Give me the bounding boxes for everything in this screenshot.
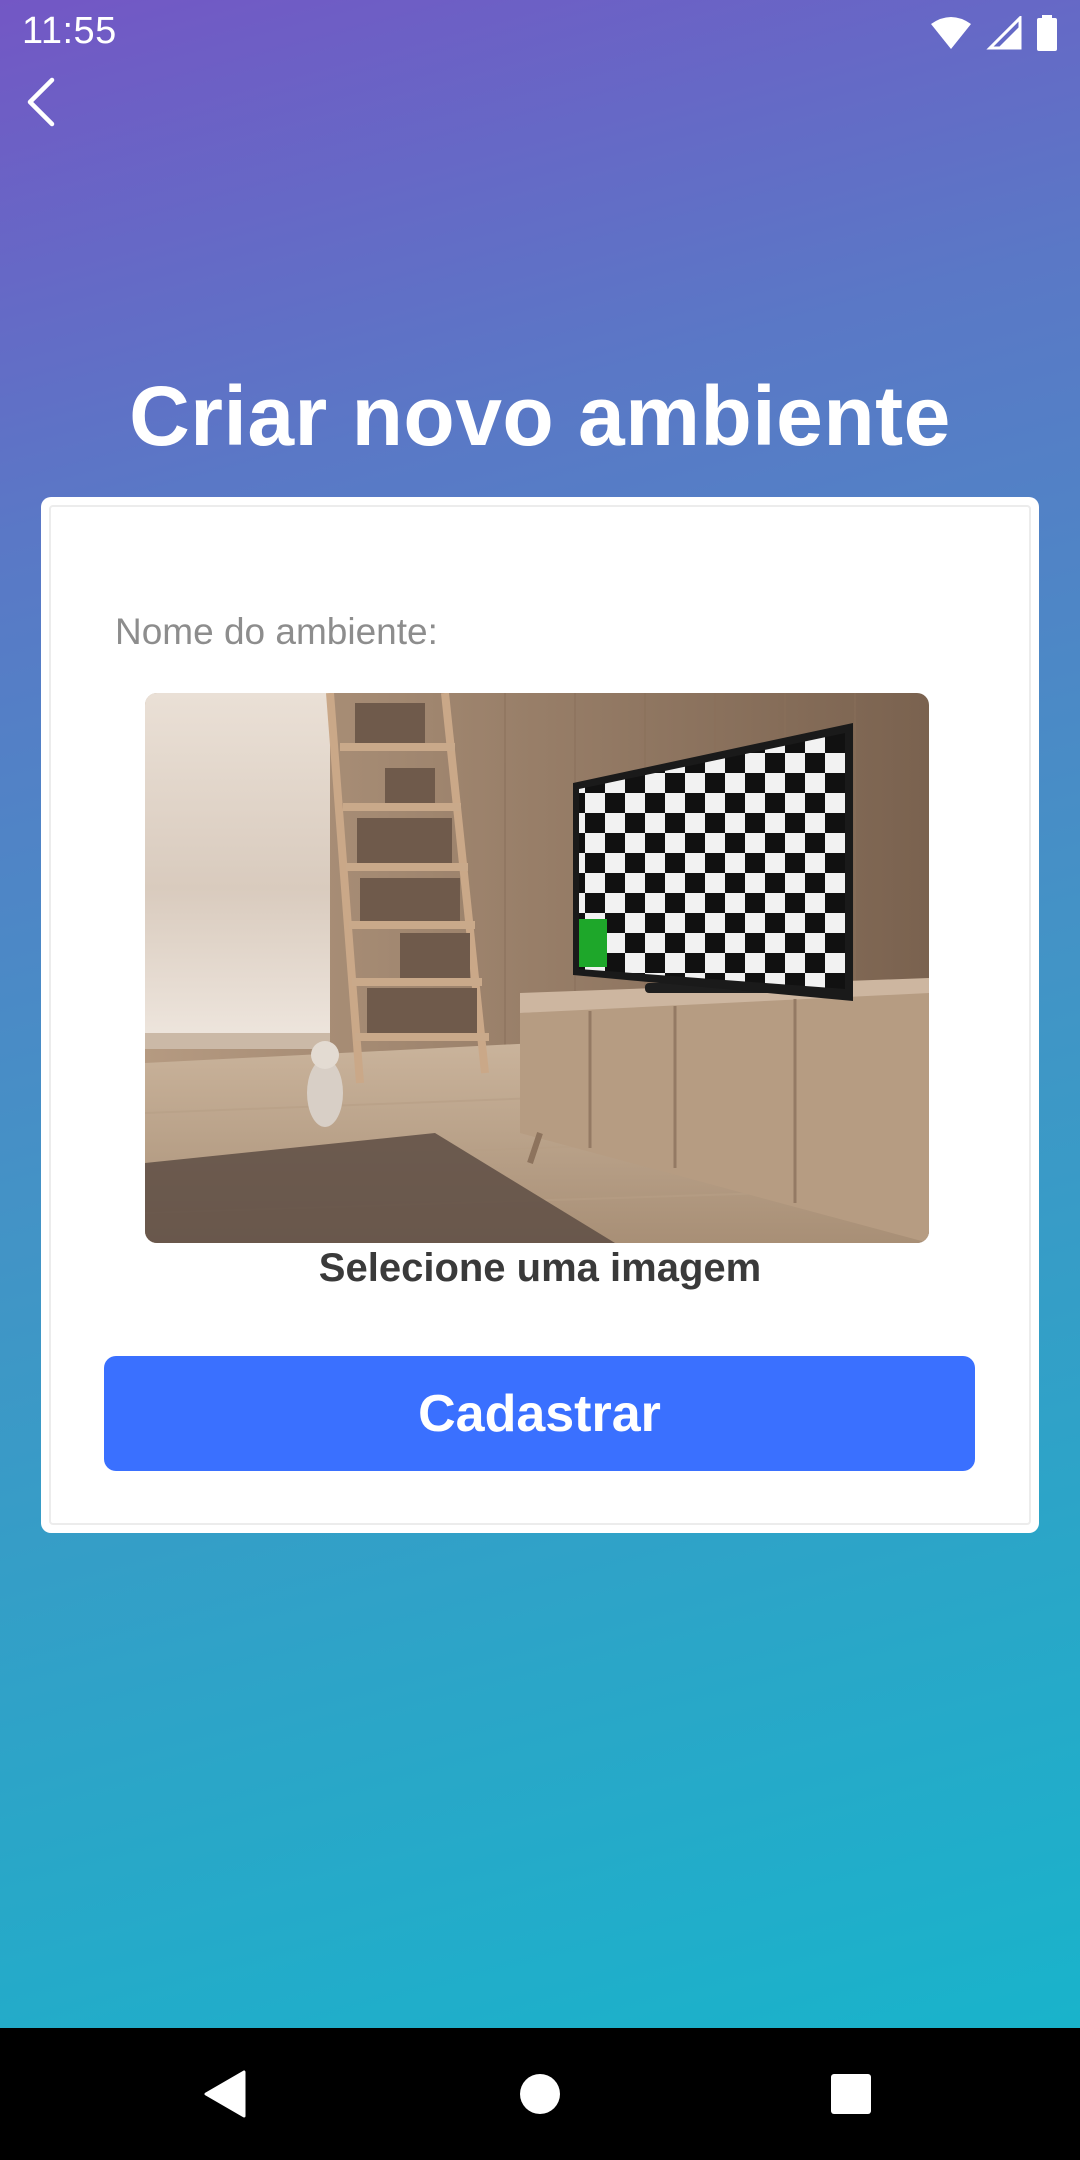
select-image-label[interactable]: Selecione uma imagem <box>0 1246 1080 1291</box>
image-picker[interactable] <box>145 693 929 1243</box>
home-circle-icon <box>520 2074 560 2114</box>
nav-back-button[interactable] <box>160 2028 292 2160</box>
battery-icon <box>1037 15 1057 51</box>
back-triangle-icon <box>204 2070 246 2118</box>
nav-recents-button[interactable] <box>785 2028 917 2160</box>
chevron-left-icon <box>27 77 55 127</box>
recents-square-icon <box>831 2074 871 2114</box>
register-button[interactable]: Cadastrar <box>104 1356 975 1471</box>
back-button[interactable] <box>8 70 72 134</box>
status-time: 11:55 <box>22 10 117 52</box>
cell-signal-icon <box>986 16 1022 50</box>
wifi-icon <box>931 17 971 49</box>
screen: 11:55 Criar novo ambiente Nome do ambien… <box>0 0 1080 2028</box>
room-preview-image <box>145 693 929 1243</box>
navigation-bar <box>0 2028 1080 2160</box>
environment-name-input[interactable] <box>115 597 965 667</box>
status-bar: 11:55 <box>0 0 1080 66</box>
page-title: Criar novo ambiente <box>129 369 951 463</box>
status-icons <box>930 14 1058 52</box>
nav-home-button[interactable] <box>474 2028 606 2160</box>
